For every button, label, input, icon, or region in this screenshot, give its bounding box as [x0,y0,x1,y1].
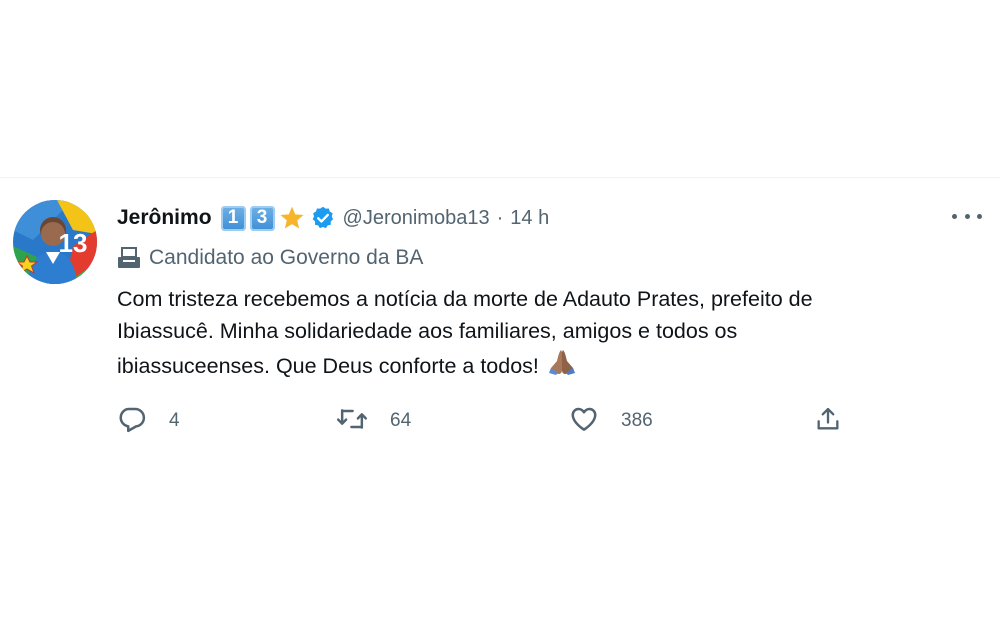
more-icon[interactable] [952,204,982,228]
more-dot [952,213,957,219]
retweet-button[interactable]: 64 [336,404,411,438]
label-text[interactable]: Candidato ao Governo da BA [149,246,423,270]
tweet-actions: 4 64 386 [117,404,857,438]
tweet-header: Jerônimo 1 3 @Jeronimoba13 · 14 h [117,202,549,234]
reply-count: 4 [169,410,180,431]
tweet-text-line: Com tristeza recebemos a notícia da mort… [117,287,813,311]
reply-button[interactable]: 4 [117,404,180,438]
retweet-icon [336,404,368,439]
like-count: 386 [621,410,653,431]
author-name[interactable]: Jerônimo [117,206,212,230]
reply-icon [117,404,147,439]
tweet-text-segment: ibiassuceenses. Que Deus conforte a todo… [117,354,539,378]
more-dot [977,213,982,219]
tweet-text-line: Ibiassucê. Minha solidariedade aos famil… [117,319,738,343]
ballot-box-icon [117,247,141,269]
tweet-text-line: ibiassuceenses. Que Deus conforte a todo… [117,347,977,386]
tweet-text: Com tristeza recebemos a notícia da mort… [117,283,977,386]
keycap-badge: 3 [249,205,275,231]
retweet-count: 64 [390,410,412,431]
more-dot [964,213,970,219]
avatar[interactable]: 13 [13,200,97,284]
share-button[interactable] [814,404,842,438]
heart-icon [569,404,599,439]
folded-hands-emoji-icon [547,347,577,386]
avatar-number: 13 [59,228,88,258]
affiliation-label: Candidato ao Governo da BA [117,243,423,273]
author-handle[interactable]: @Jeronimoba13 [343,207,490,230]
page: 13 Jerônimo 1 3 @Jeronimoba13 · 14 h Can… [0,0,1000,626]
keycap-badge: 1 [220,205,246,231]
tweet[interactable]: 13 Jerônimo 1 3 @Jeronimoba13 · 14 h Can… [0,178,1000,458]
like-button[interactable]: 386 [569,404,653,438]
separator-dot: · [496,206,504,229]
star-emoji-icon [279,205,305,231]
share-icon [814,404,842,439]
verified-badge-icon[interactable] [310,205,336,231]
timestamp[interactable]: 14 h [510,207,549,230]
